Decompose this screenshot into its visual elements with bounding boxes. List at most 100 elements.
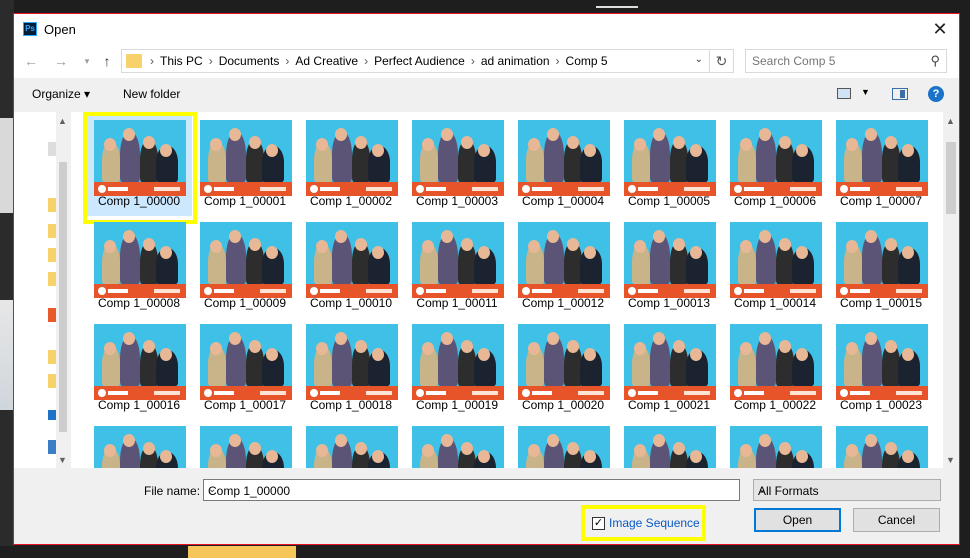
file-name[interactable]: Comp 1_00018 bbox=[298, 398, 404, 412]
file-item[interactable]: Comp 1_00017 bbox=[192, 318, 298, 420]
file-item[interactable]: Comp 1_00008 bbox=[86, 216, 192, 318]
onedrive-icon[interactable] bbox=[48, 410, 56, 420]
file-name[interactable]: Comp 1_00012 bbox=[510, 296, 616, 310]
file-item[interactable]: Comp 1_00009 bbox=[192, 216, 298, 318]
refresh-icon[interactable]: ↻ bbox=[709, 50, 733, 72]
chevron-right-icon[interactable]: › bbox=[283, 54, 291, 68]
file-name[interactable]: Comp 1_00021 bbox=[616, 398, 722, 412]
checkbox-checked-icon[interactable]: ✓ bbox=[592, 517, 605, 530]
file-name[interactable]: Comp 1_00008 bbox=[86, 296, 192, 310]
file-item[interactable] bbox=[192, 420, 298, 468]
file-item[interactable]: Comp 1_00004 bbox=[510, 114, 616, 216]
back-arrow-icon[interactable]: ← bbox=[22, 52, 40, 70]
file-item[interactable]: Comp 1_00010 bbox=[298, 216, 404, 318]
chevron-down-icon[interactable]: ⌄ bbox=[695, 54, 703, 65]
organize-button[interactable]: Organize ▾ bbox=[32, 87, 90, 101]
breadcrumb-perfect-audience[interactable]: Perfect Audience bbox=[370, 54, 469, 68]
breadcrumb-documents[interactable]: Documents bbox=[215, 54, 284, 68]
help-icon[interactable]: ? bbox=[928, 86, 944, 102]
file-name[interactable]: Comp 1_00000 bbox=[86, 194, 192, 208]
file-item[interactable]: Comp 1_00021 bbox=[616, 318, 722, 420]
file-name[interactable]: Comp 1_00001 bbox=[192, 194, 298, 208]
chevron-right-icon[interactable]: › bbox=[207, 54, 215, 68]
chevron-down-icon[interactable]: ⌄ bbox=[208, 484, 733, 495]
chevron-right-icon[interactable]: › bbox=[362, 54, 370, 68]
file-item[interactable]: Comp 1_00006 bbox=[722, 114, 828, 216]
image-sequence-label[interactable]: Image Sequence bbox=[609, 516, 700, 530]
folder-icon[interactable] bbox=[48, 350, 56, 364]
file-item[interactable]: Comp 1_00012 bbox=[510, 216, 616, 318]
file-item[interactable]: Comp 1_00016 bbox=[86, 318, 192, 420]
breadcrumb-ad-creative[interactable]: Ad Creative bbox=[291, 54, 362, 68]
file-name[interactable]: Comp 1_00013 bbox=[616, 296, 722, 310]
open-button[interactable]: Open bbox=[754, 508, 841, 532]
file-name[interactable]: Comp 1_00010 bbox=[298, 296, 404, 310]
file-item[interactable] bbox=[86, 420, 192, 468]
file-name-field[interactable]: Comp 1_00000 ⌄ bbox=[203, 479, 740, 501]
folder-icon[interactable] bbox=[48, 198, 56, 212]
file-item[interactable]: Comp 1_00002 bbox=[298, 114, 404, 216]
address-bar[interactable]: › This PC › Documents › Ad Creative › Pe… bbox=[121, 49, 734, 73]
file-item[interactable]: Comp 1_00013 bbox=[616, 216, 722, 318]
file-item[interactable]: Comp 1_00015 bbox=[828, 216, 934, 318]
scroll-down-icon[interactable]: ▼ bbox=[946, 455, 955, 465]
chevron-down-icon[interactable]: ⌄ bbox=[758, 484, 934, 495]
cancel-button[interactable]: Cancel bbox=[853, 508, 940, 532]
scrollbar-thumb[interactable] bbox=[946, 142, 956, 214]
chevron-down-icon[interactable]: ▼ bbox=[861, 87, 870, 97]
file-item[interactable] bbox=[404, 420, 510, 468]
file-name[interactable]: Comp 1_00019 bbox=[404, 398, 510, 412]
preview-pane-icon[interactable] bbox=[892, 88, 908, 100]
file-name[interactable]: Comp 1_00011 bbox=[404, 296, 510, 310]
folder-icon[interactable] bbox=[48, 248, 56, 262]
file-item[interactable]: Comp 1_00005 bbox=[616, 114, 722, 216]
file-name[interactable]: Comp 1_00003 bbox=[404, 194, 510, 208]
file-item[interactable]: Comp 1_00000 bbox=[83, 112, 197, 224]
file-item[interactable]: Comp 1_00014 bbox=[722, 216, 828, 318]
image-sequence-checkbox[interactable]: ✓ Image Sequence bbox=[581, 505, 706, 541]
file-item[interactable]: Comp 1_00023 bbox=[828, 318, 934, 420]
file-name[interactable]: Comp 1_00014 bbox=[722, 296, 828, 310]
chevron-right-icon[interactable]: › bbox=[554, 54, 562, 68]
chevron-right-icon[interactable]: › bbox=[148, 54, 156, 68]
file-name[interactable]: Comp 1_00006 bbox=[722, 194, 828, 208]
file-type-select[interactable]: All Formats ⌄ bbox=[753, 479, 941, 501]
view-options-icon[interactable] bbox=[837, 88, 851, 99]
file-item[interactable]: Comp 1_00022 bbox=[722, 318, 828, 420]
file-list-scrollbar[interactable]: ▲ ▼ bbox=[943, 112, 959, 468]
folder-icon[interactable] bbox=[48, 224, 56, 238]
scroll-up-icon[interactable]: ▲ bbox=[58, 116, 67, 126]
close-icon[interactable]: ✕ bbox=[929, 18, 951, 40]
breadcrumb-this-pc[interactable]: This PC bbox=[156, 54, 207, 68]
file-name[interactable]: Comp 1_00009 bbox=[192, 296, 298, 310]
file-item[interactable]: Comp 1_00020 bbox=[510, 318, 616, 420]
file-item[interactable]: Comp 1_00018 bbox=[298, 318, 404, 420]
scrollbar-thumb[interactable] bbox=[59, 162, 67, 432]
file-name[interactable]: Comp 1_00007 bbox=[828, 194, 934, 208]
file-name[interactable]: Comp 1_00005 bbox=[616, 194, 722, 208]
file-name[interactable]: Comp 1_00002 bbox=[298, 194, 404, 208]
file-item[interactable]: Comp 1_00019 bbox=[404, 318, 510, 420]
nav-item-icon[interactable] bbox=[48, 142, 56, 156]
forward-arrow-icon[interactable]: → bbox=[52, 52, 70, 70]
folder-icon[interactable] bbox=[48, 272, 56, 286]
file-name[interactable]: Comp 1_00022 bbox=[722, 398, 828, 412]
file-name[interactable]: Comp 1_00020 bbox=[510, 398, 616, 412]
file-item[interactable] bbox=[298, 420, 404, 468]
file-item[interactable] bbox=[616, 420, 722, 468]
chevron-right-icon[interactable]: › bbox=[469, 54, 477, 68]
file-item[interactable]: Comp 1_00003 bbox=[404, 114, 510, 216]
scroll-up-icon[interactable]: ▲ bbox=[946, 116, 955, 126]
file-name[interactable]: Comp 1_00004 bbox=[510, 194, 616, 208]
file-item[interactable] bbox=[828, 420, 934, 468]
file-name[interactable]: Comp 1_00016 bbox=[86, 398, 192, 412]
file-name[interactable]: Comp 1_00023 bbox=[828, 398, 934, 412]
file-item[interactable] bbox=[722, 420, 828, 468]
creative-cloud-icon[interactable] bbox=[48, 308, 56, 322]
nav-pane-scrollbar[interactable] bbox=[56, 112, 70, 468]
folder-icon[interactable] bbox=[48, 374, 56, 388]
breadcrumb-ad-animation[interactable]: ad animation bbox=[477, 54, 554, 68]
file-item[interactable]: Comp 1_00001 bbox=[192, 114, 298, 216]
file-name[interactable]: Comp 1_00015 bbox=[828, 296, 934, 310]
file-item[interactable]: Comp 1_00007 bbox=[828, 114, 934, 216]
